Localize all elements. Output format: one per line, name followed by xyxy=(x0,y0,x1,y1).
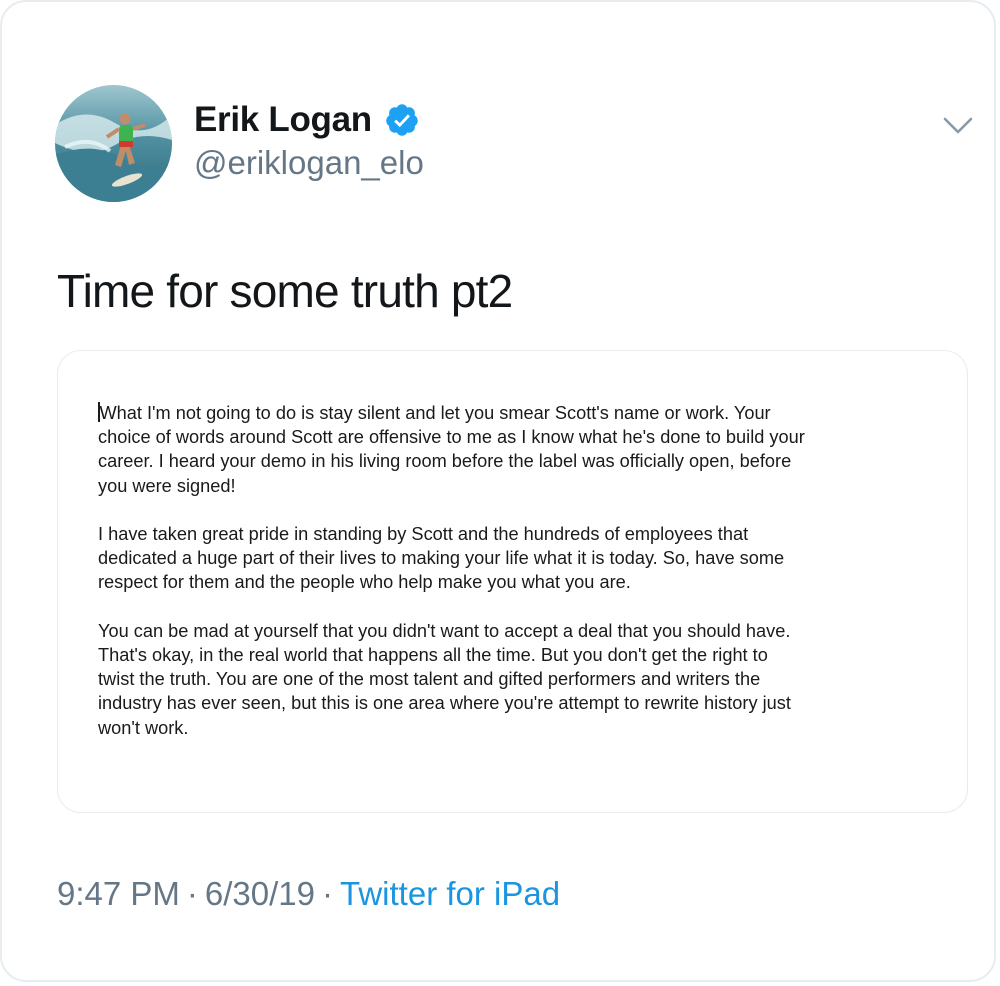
avatar-image xyxy=(55,85,172,202)
meta-separator: · xyxy=(186,875,198,912)
tweet-time[interactable]: 9:47 PM xyxy=(57,875,180,912)
author-handle[interactable]: @eriklogan_elo xyxy=(194,144,424,182)
tweet-card: Erik Logan @eriklogan_elo Time for some … xyxy=(0,0,996,982)
tweet-source-link[interactable]: Twitter for iPad xyxy=(340,875,560,912)
author-avatar[interactable] xyxy=(55,85,172,202)
tweet-image-attachment[interactable]: What I'm not going to do is stay silent … xyxy=(57,350,968,813)
tweet-metadata: 9:47 PM · 6/30/19 · Twitter for iPad xyxy=(57,875,560,913)
tweet-date[interactable]: 6/30/19 xyxy=(205,875,315,912)
chevron-down-icon[interactable] xyxy=(942,114,974,138)
document-paragraph: I have taken great pride in standing by … xyxy=(98,524,785,593)
tweet-text: Time for some truth pt2 xyxy=(57,265,513,317)
document-paragraph: You can be mad at yourself that you didn… xyxy=(98,620,791,738)
document-text: What I'm not going to do is stay silent … xyxy=(98,401,938,764)
meta-separator: · xyxy=(322,875,334,912)
document-paragraph: What I'm not going to do is stay silent … xyxy=(98,402,805,496)
author-name-row: Erik Logan xyxy=(194,100,420,140)
verified-badge-icon xyxy=(384,102,420,138)
author-display-name[interactable]: Erik Logan xyxy=(194,100,372,140)
